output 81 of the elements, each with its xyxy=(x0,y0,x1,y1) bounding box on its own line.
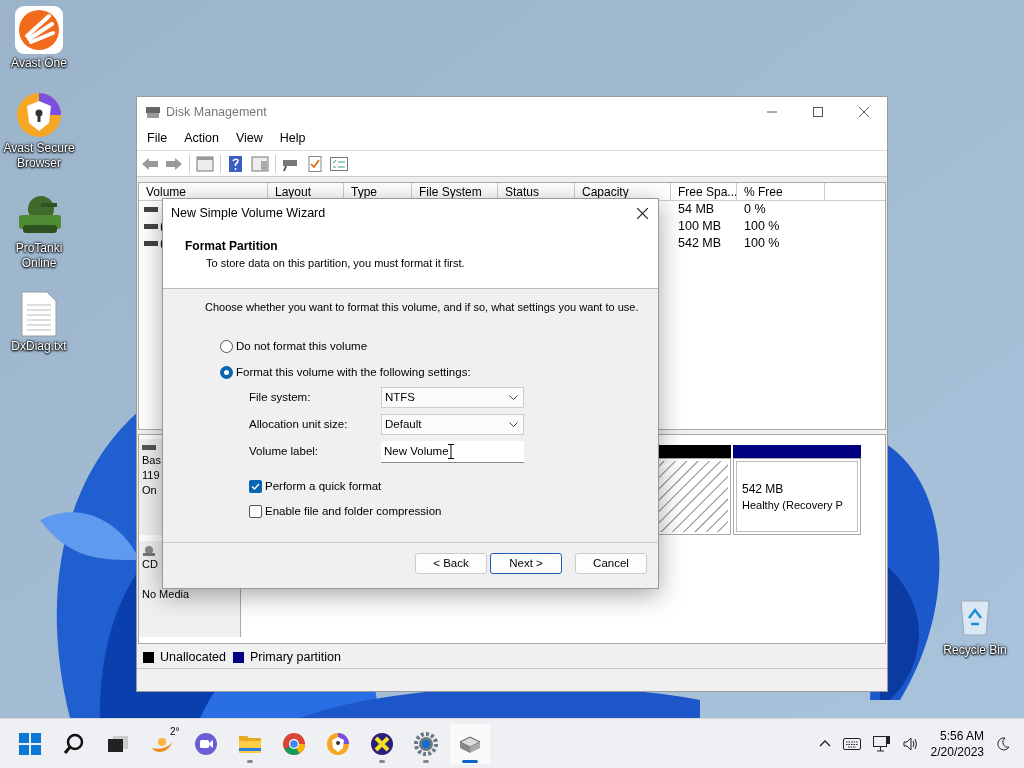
menu-item[interactable]: Help xyxy=(273,129,312,148)
clock-time[interactable]: 5:56 AM xyxy=(939,727,984,744)
x-app-icon xyxy=(370,731,394,756)
dialog-button[interactable]: < Back xyxy=(415,553,487,574)
temperature-text: 2° xyxy=(170,724,180,739)
taskbar-button[interactable]: 2° xyxy=(142,723,182,764)
legend-label: Primary partition xyxy=(250,649,341,667)
clock-date[interactable]: 2/20/2023 xyxy=(930,743,984,760)
dropdown[interactable]: Default xyxy=(381,414,524,435)
table-cell-text: 100 MB xyxy=(677,218,723,236)
radio-button[interactable] xyxy=(220,365,233,379)
radio-label: Format this volume with the following settings: xyxy=(236,364,471,380)
table-cell-text: 54 MB xyxy=(677,201,716,219)
checkbox[interactable] xyxy=(249,505,262,519)
drive-icon xyxy=(144,223,158,230)
disk-info-text: Bas xyxy=(142,453,162,468)
radio-label: Do not format this volume xyxy=(236,338,368,354)
field-label: Allocation unit size: xyxy=(249,416,349,432)
menu-item[interactable]: Action xyxy=(178,129,225,148)
search-icon xyxy=(63,732,85,755)
keyboard-icon[interactable] xyxy=(842,737,861,750)
drive-icon xyxy=(144,240,158,247)
help-icon[interactable] xyxy=(227,155,245,172)
table-cell-text: 100 % xyxy=(743,235,781,253)
close-icon[interactable] xyxy=(637,208,648,219)
list-icon[interactable] xyxy=(330,155,348,172)
text-cursor-icon xyxy=(448,444,454,459)
radio-button[interactable] xyxy=(220,339,233,353)
settings-icon xyxy=(414,731,438,756)
text-file-icon xyxy=(21,291,57,337)
checkbox-label: Enable file and folder compression xyxy=(265,504,442,520)
chevron-down-icon xyxy=(509,422,518,427)
shield-app-icon xyxy=(15,91,63,139)
input-field[interactable]: New Volume xyxy=(381,441,524,463)
table-cell-text: 0 % xyxy=(743,201,767,219)
windows-logo-icon xyxy=(19,732,41,755)
dialog-title: New Simple Volume Wizard xyxy=(171,205,326,223)
checklist-icon[interactable] xyxy=(306,155,324,172)
column-header[interactable]: Free Spa... xyxy=(671,183,737,200)
dialog-button[interactable]: Cancel xyxy=(575,553,647,574)
shield-app-icon xyxy=(326,731,350,756)
drive-icon xyxy=(144,206,158,213)
column-header[interactable]: % Free xyxy=(737,183,825,200)
browser-icon xyxy=(282,731,306,756)
dialog-button[interactable]: Next > xyxy=(490,553,562,574)
panel-icon[interactable] xyxy=(196,155,214,172)
table-cell-text: 542 MB xyxy=(677,235,723,253)
field-label: File system: xyxy=(249,389,312,405)
legend-label: Unallocated xyxy=(160,649,226,667)
menu-item[interactable]: File xyxy=(141,129,174,148)
disk-drive-icon xyxy=(145,105,161,119)
checkbox[interactable] xyxy=(249,480,262,494)
cd-drive-icon xyxy=(142,545,156,557)
moon-icon[interactable] xyxy=(996,736,1010,751)
partition-status: Healthy (Recovery P xyxy=(742,497,844,513)
swoosh-logo-icon xyxy=(15,6,63,54)
back-arrow-icon[interactable] xyxy=(141,155,159,172)
field-label: Volume label: xyxy=(249,444,320,460)
checkbox-label: Perform a quick format xyxy=(265,479,382,494)
disk-info-text: 119 xyxy=(142,468,161,483)
page-heading: Format Partition xyxy=(185,238,279,255)
network-icon[interactable] xyxy=(872,735,891,752)
chevron-down-icon xyxy=(509,395,518,400)
maximize-icon[interactable] xyxy=(813,107,823,117)
forward-arrow-icon[interactable] xyxy=(165,155,183,172)
disk-info-text: CD xyxy=(142,557,159,572)
dropdown[interactable]: NTFS xyxy=(381,387,524,408)
disk-info-text: On xyxy=(142,483,158,498)
close-icon[interactable] xyxy=(859,107,869,117)
instruction-text: Choose whether you want to format this volume, and if so, what settings you want to use. xyxy=(205,300,640,315)
task-view-icon xyxy=(107,733,129,754)
speaker-icon[interactable] xyxy=(902,736,919,751)
page-subheading: To store data on this partition, you must format it first. xyxy=(206,256,466,271)
disk-info-text: No Media xyxy=(142,587,191,602)
menu-item[interactable]: View xyxy=(229,129,269,148)
partition-size: 542 MB xyxy=(742,480,785,497)
drive-icon xyxy=(142,443,156,453)
video-chat-icon xyxy=(194,731,218,756)
chevron-up-icon[interactable] xyxy=(818,740,831,747)
table-cell-text: 100 % xyxy=(743,218,781,236)
window-title: Disk Management xyxy=(166,103,267,121)
